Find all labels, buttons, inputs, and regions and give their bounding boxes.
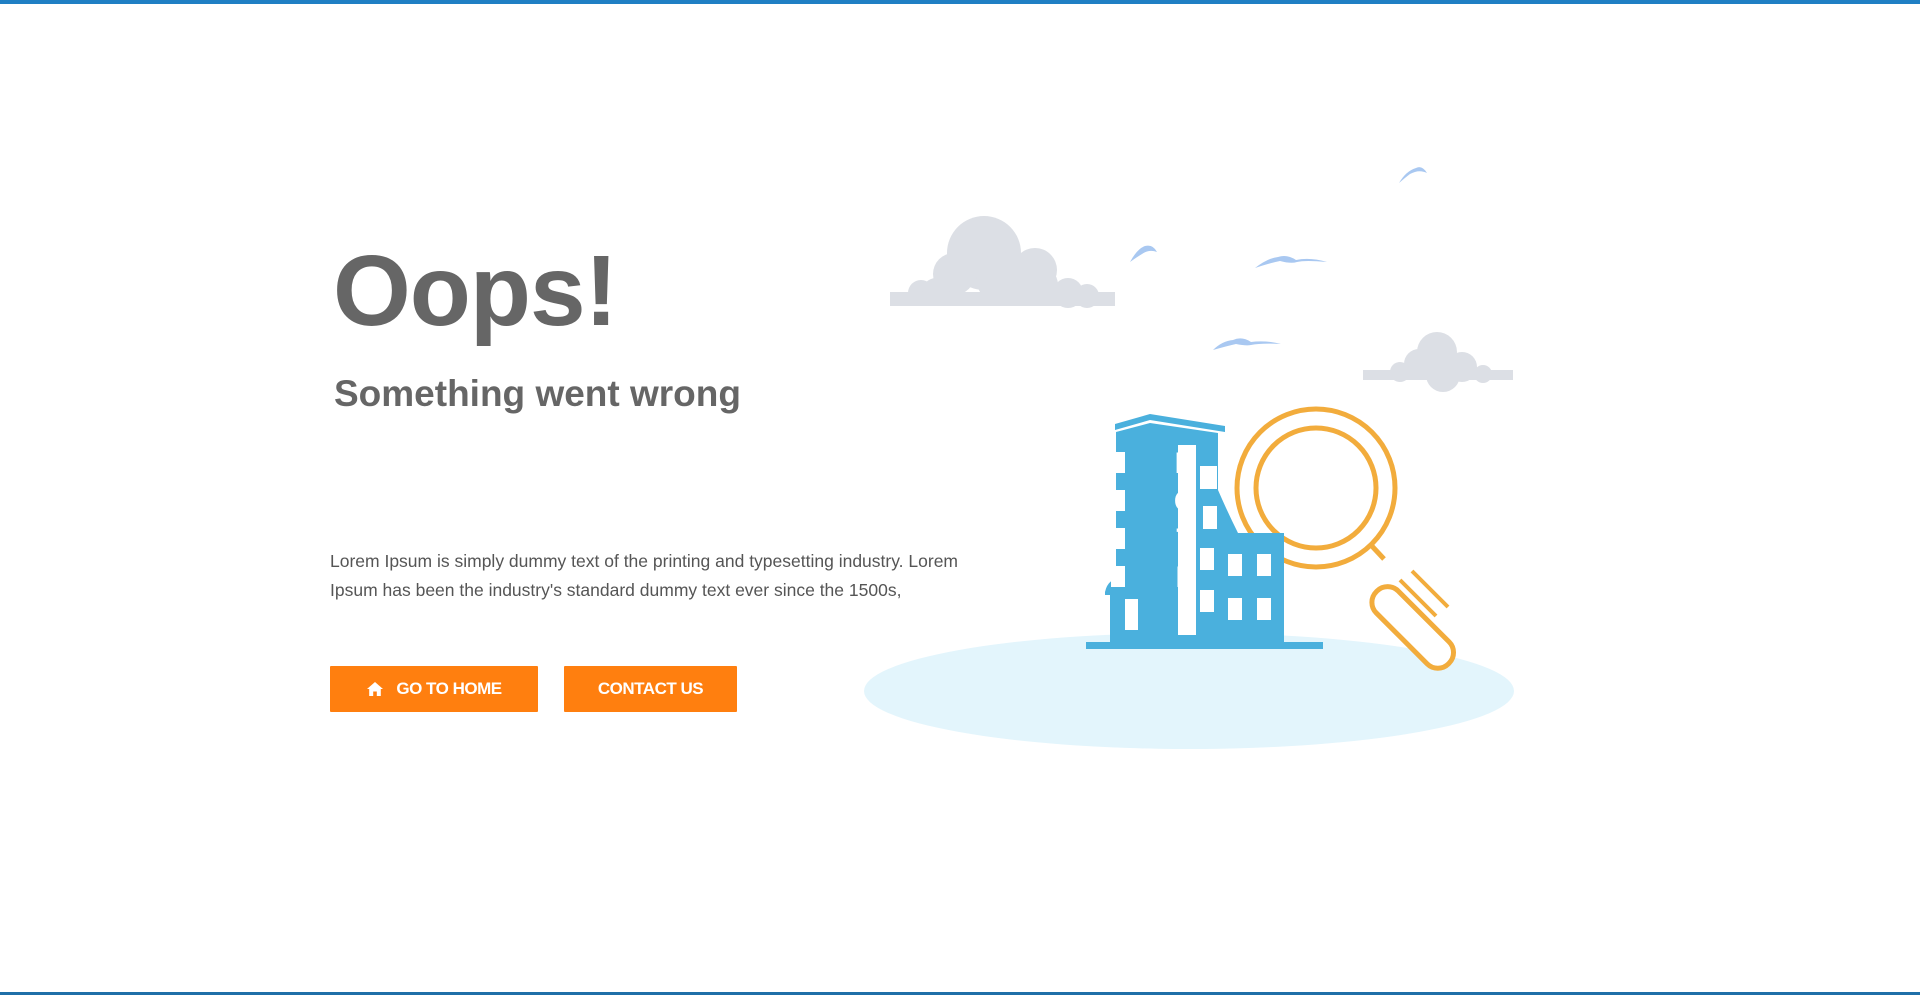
- bird-icon: [1399, 167, 1427, 183]
- error-title: Oops!: [333, 235, 618, 347]
- bird-icon: [1213, 338, 1281, 350]
- hotel-sign-text: HOTEL: [1174, 447, 1200, 632]
- hotel-building-icon: HOTEL: [1086, 414, 1323, 649]
- hotel-search-illustration: HOTEL: [850, 150, 1530, 770]
- go-to-home-label: GO TO HOME: [396, 679, 502, 698]
- error-subtitle: Something went wrong: [334, 373, 741, 414]
- cloud-icon: [890, 216, 1115, 308]
- bird-icon: [1130, 245, 1157, 262]
- contact-us-button[interactable]: CONTACT US: [564, 666, 737, 712]
- home-icon: [367, 682, 384, 696]
- top-border: [0, 0, 1920, 4]
- go-to-home-button[interactable]: GO TO HOME: [330, 666, 538, 712]
- bird-icon: [1255, 256, 1327, 268]
- cloud-icon: [1363, 332, 1513, 392]
- contact-us-label: CONTACT US: [597, 679, 704, 698]
